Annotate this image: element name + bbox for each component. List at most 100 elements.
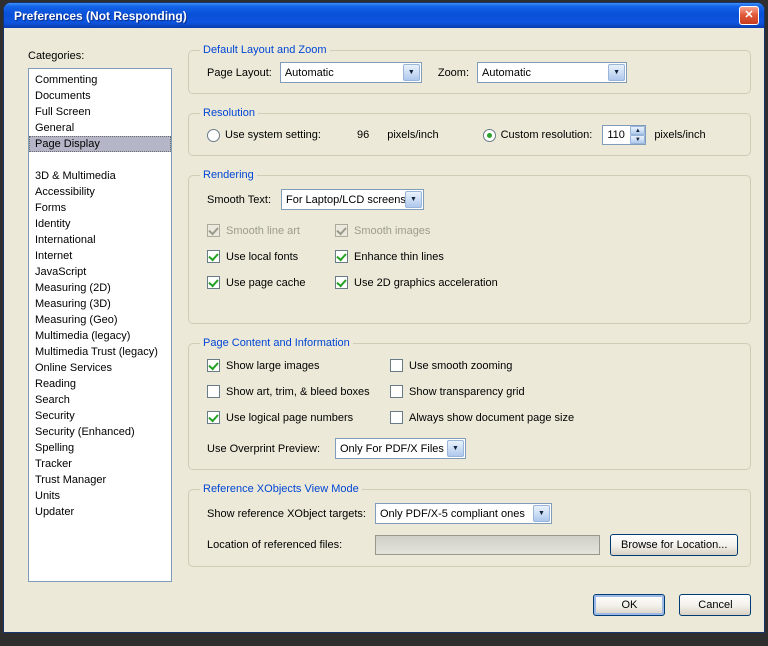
xobject-targets-combobox[interactable]: Only PDF/X-5 compliant ones ▼ xyxy=(375,503,552,524)
category-item[interactable]: Online Services xyxy=(29,360,171,376)
category-item[interactable]: Commenting xyxy=(29,72,171,88)
group-title: Default Layout and Zoom xyxy=(203,44,327,56)
category-item[interactable]: Spelling xyxy=(29,440,171,456)
settings-panel: Default Layout and Zoom Page Layout: Aut… xyxy=(188,44,752,632)
title-bar[interactable]: Preferences (Not Responding) ✕ xyxy=(4,3,764,28)
dropdown-button[interactable]: ▼ xyxy=(533,505,550,522)
category-item[interactable]: Units xyxy=(29,488,171,504)
category-item[interactable]: Forms xyxy=(29,200,171,216)
custom-resolution-input[interactable]: 110 xyxy=(603,126,630,144)
category-item-label: Spelling xyxy=(35,442,75,454)
ok-button[interactable]: OK xyxy=(593,594,666,616)
checkbox-box-icon xyxy=(390,359,403,372)
custom-resolution-unit: pixels/inch xyxy=(654,129,706,141)
category-item[interactable]: General xyxy=(29,120,171,136)
browse-for-location-button[interactable]: Browse for Location... xyxy=(610,534,739,556)
category-item[interactable]: Documents xyxy=(29,88,171,104)
dropdown-arrow-icon: ▼ xyxy=(410,196,417,203)
checkbox-label: Always show document page size xyxy=(409,411,575,424)
checkbox[interactable]: Smooth line art xyxy=(207,224,335,237)
use-system-setting-radio[interactable] xyxy=(207,128,220,142)
category-item[interactable]: Accessibility xyxy=(29,184,171,200)
group-rendering: Rendering Smooth Text: For Laptop/LCD sc… xyxy=(188,169,752,324)
category-item[interactable]: Page Display xyxy=(29,136,171,152)
system-resolution-unit: pixels/inch xyxy=(387,129,439,141)
custom-resolution-label: Custom resolution: xyxy=(500,129,593,141)
checkbox-box-icon xyxy=(207,276,220,289)
category-item[interactable]: Reading xyxy=(29,376,171,392)
dropdown-arrow-icon: ▼ xyxy=(538,510,545,517)
group-title: Reference XObjects View Mode xyxy=(203,483,359,495)
category-item-label: Units xyxy=(35,490,61,502)
category-item[interactable]: Internet xyxy=(29,248,171,264)
category-item[interactable]: Measuring (2D) xyxy=(29,280,171,296)
category-item[interactable]: JavaScript xyxy=(29,264,171,280)
category-item-label: Page Display xyxy=(35,138,100,150)
category-item[interactable]: Trust Manager xyxy=(29,472,171,488)
category-item-label: Multimedia Trust (legacy) xyxy=(35,346,158,358)
category-item-label: Accessibility xyxy=(35,186,95,198)
category-item-label: JavaScript xyxy=(35,266,87,278)
category-item[interactable]: 3D & Multimedia xyxy=(29,168,171,184)
checkbox[interactable]: Use 2D graphics acceleration xyxy=(335,276,498,289)
checkbox-box-icon xyxy=(207,411,220,424)
category-item-label: Security (Enhanced) xyxy=(35,426,135,438)
category-item-label: Internet xyxy=(35,250,73,262)
checkbox[interactable]: Always show document page size xyxy=(390,411,574,424)
checkbox[interactable]: Enhance thin lines xyxy=(335,250,498,263)
preferences-dialog: Preferences (Not Responding) ✕ Categorie… xyxy=(4,3,764,632)
category-item[interactable]: Full Screen xyxy=(29,104,171,120)
smooth-text-combobox[interactable]: For Laptop/LCD screens ▼ xyxy=(281,189,424,210)
zoom-label: Zoom: xyxy=(437,66,470,79)
page-layout-combobox[interactable]: Automatic ▼ xyxy=(279,62,422,83)
close-icon: ✕ xyxy=(744,9,754,21)
category-item[interactable]: Security (Enhanced) xyxy=(29,424,171,440)
category-item[interactable]: Multimedia (legacy) xyxy=(29,328,171,344)
group-title: Resolution xyxy=(203,107,255,119)
category-item[interactable]: Search xyxy=(29,392,171,408)
checkbox[interactable]: Use local fonts xyxy=(207,250,335,263)
custom-resolution-radio[interactable] xyxy=(482,128,496,142)
close-button[interactable]: ✕ xyxy=(739,6,759,25)
category-item[interactable]: International xyxy=(29,232,171,248)
category-item[interactable]: Tracker xyxy=(29,456,171,472)
checkbox-box-icon xyxy=(390,411,403,424)
custom-resolution-spinner: ▲ ▼ xyxy=(630,126,646,144)
overprint-preview-combobox[interactable]: Only For PDF/X Files ▼ xyxy=(335,438,466,459)
checkbox[interactable]: Show large images xyxy=(207,359,390,372)
system-resolution-value: 96 xyxy=(356,129,370,141)
category-item-label: Commenting xyxy=(35,74,98,86)
categories-panel: Categories: Commenting Documents Full Sc… xyxy=(28,42,172,632)
cancel-button[interactable]: Cancel xyxy=(679,594,752,616)
category-item[interactable]: Updater xyxy=(29,504,171,520)
checkbox[interactable]: Use smooth zooming xyxy=(390,359,574,372)
checkbox-label: Use page cache xyxy=(226,276,306,289)
group-reference-xobjects: Reference XObjects View Mode Show refere… xyxy=(188,483,752,567)
checkbox[interactable]: Show art, trim, & bleed boxes xyxy=(207,385,390,398)
dropdown-button[interactable]: ▼ xyxy=(608,64,626,81)
checkbox-box-icon xyxy=(335,276,348,289)
checkbox[interactable]: Smooth images xyxy=(335,224,498,237)
spin-down-button[interactable]: ▼ xyxy=(630,135,646,144)
checkbox-label: Show large images xyxy=(226,359,320,372)
checkbox-label: Use smooth zooming xyxy=(409,359,513,372)
checkbox[interactable]: Use logical page numbers xyxy=(207,411,390,424)
checkbox[interactable]: Show transparency grid xyxy=(390,385,574,398)
zoom-combobox[interactable]: Automatic ▼ xyxy=(477,62,628,83)
category-item-label: Measuring (3D) xyxy=(35,298,111,310)
overprint-preview-label: Use Overprint Preview: xyxy=(207,442,321,455)
checkbox-label: Smooth line art xyxy=(226,224,300,237)
category-item-label: Identity xyxy=(35,218,71,230)
category-item[interactable]: Multimedia Trust (legacy) xyxy=(29,344,171,360)
dropdown-button[interactable]: ▼ xyxy=(405,191,422,208)
category-item[interactable]: Measuring (3D) xyxy=(29,296,171,312)
spin-up-button[interactable]: ▲ xyxy=(630,126,646,135)
checkbox[interactable]: Use page cache xyxy=(207,276,335,289)
category-item[interactable]: Measuring (Geo) xyxy=(29,312,171,328)
category-item[interactable]: Identity xyxy=(29,216,171,232)
dropdown-button[interactable]: ▼ xyxy=(447,440,464,457)
dropdown-button[interactable]: ▼ xyxy=(402,64,420,81)
category-item[interactable]: Security xyxy=(29,408,171,424)
xobject-targets-label: Show reference XObject targets: xyxy=(207,507,366,520)
referenced-files-location-field xyxy=(375,535,600,555)
